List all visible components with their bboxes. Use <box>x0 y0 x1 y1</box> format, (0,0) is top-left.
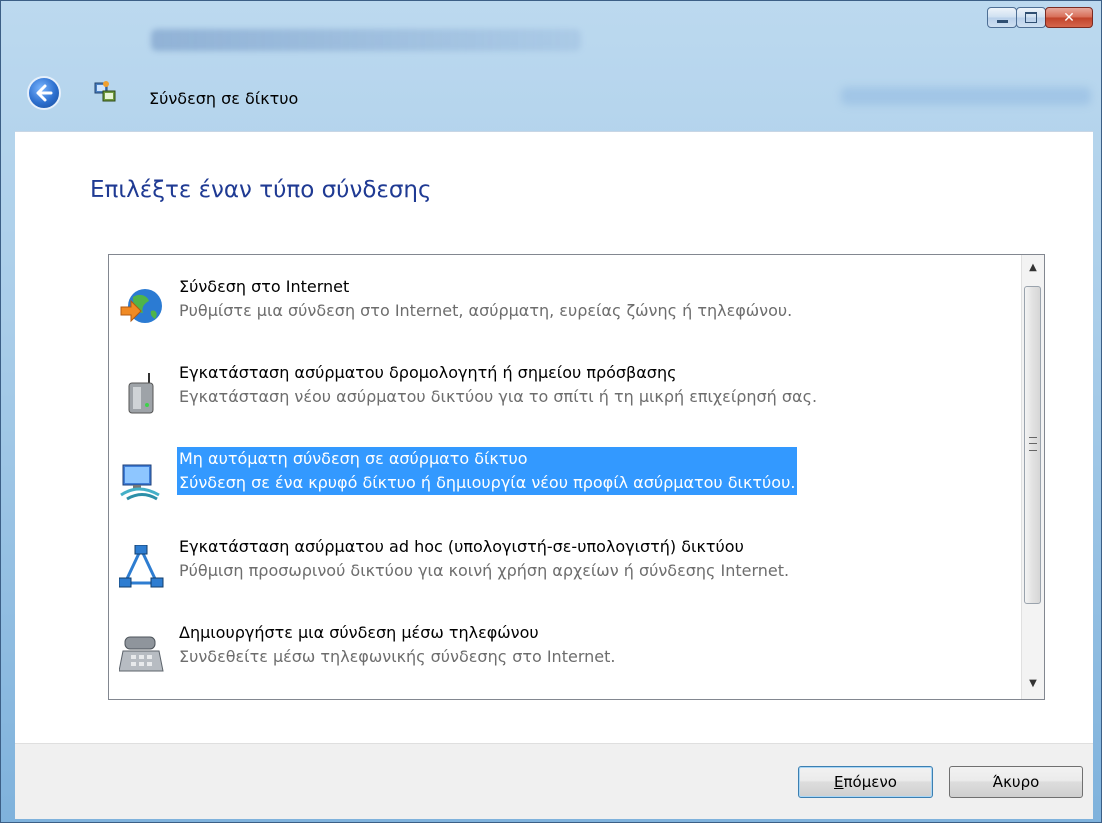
option-internet[interactable]: Σύνδεση στο Internet Ρυθμίστε μια σύνδεσ… <box>109 275 1021 355</box>
minimize-icon <box>988 8 1016 27</box>
grip-icon <box>1029 437 1037 451</box>
connection-options-list[interactable]: Σύνδεση στο Internet Ρυθμίστε μια σύνδεσ… <box>108 254 1045 700</box>
option-label: Δημιουργήστε μια σύνδεση μέσω τηλεφώνου <box>179 623 539 642</box>
caption-buttons: ✕ <box>987 7 1093 28</box>
wireless-network-icon <box>119 457 165 501</box>
option-label: Σύνδεση στο Internet <box>179 277 350 296</box>
close-button[interactable]: ✕ <box>1045 7 1093 28</box>
option-text: Εγκατάσταση ασύρματου δρομολογητή ή σημε… <box>177 361 819 409</box>
close-icon: ✕ <box>1063 9 1075 26</box>
option-adhoc[interactable]: Εγκατάσταση ασύρματου ad hoc (υπολογιστή… <box>109 535 1021 615</box>
option-description: Συνδεθείτε μέσω τηλεφωνικής σύνδεσης στο… <box>179 647 616 666</box>
option-wireless-router[interactable]: Εγκατάσταση ασύρματου δρομολογητή ή σημε… <box>109 361 1021 441</box>
minimize-button[interactable] <box>987 7 1017 28</box>
option-label: Εγκατάσταση ασύρματου δρομολογητή ή σημε… <box>179 363 677 382</box>
button-bar: Επόμενο Άκυρο <box>15 743 1093 819</box>
option-text: Σύνδεση στο Internet Ρυθμίστε μια σύνδεσ… <box>177 275 794 323</box>
maximize-icon <box>1017 8 1045 27</box>
option-text: Εγκατάσταση ασύρματου ad hoc (υπολογιστή… <box>177 535 791 583</box>
option-text: Δημιουργήστε μια σύνδεση μέσω τηλεφώνου … <box>177 621 617 669</box>
option-description: Ρυθμίστε μια σύνδεση στο Internet, ασύρμ… <box>179 301 793 320</box>
option-label: Μη αυτόματη σύνδεση σε ασύρματο δίκτυο <box>177 447 798 471</box>
option-manual-wireless[interactable]: Μη αυτόματη σύνδεση σε ασύρματο δίκτυο Σ… <box>109 447 1021 527</box>
back-button[interactable] <box>27 76 61 110</box>
option-label: Εγκατάσταση ασύρματου ad hoc (υπολογιστή… <box>179 537 744 556</box>
vertical-scrollbar[interactable]: ▲ ▼ <box>1021 255 1044 699</box>
back-arrow-icon <box>36 84 53 102</box>
option-dialup[interactable]: Δημιουργήστε μια σύνδεση μέσω τηλεφώνου … <box>109 621 1021 701</box>
option-description: Ρύθμιση προσωρινού δικτύου για κοινή χρή… <box>179 561 790 580</box>
maximize-button[interactable] <box>1016 7 1046 28</box>
scroll-down-arrow-icon[interactable]: ▼ <box>1022 673 1044 693</box>
content-area: Επιλέξτε έναν τύπο σύνδεσης Σύνδεση στο … <box>15 131 1093 744</box>
scroll-up-arrow-icon[interactable]: ▲ <box>1022 257 1044 277</box>
title-bar: ✕ <box>1 1 1101 59</box>
wizard-title: Σύνδεση σε δίκτυο <box>149 89 299 108</box>
blurred-title-text <box>151 29 581 51</box>
page-heading: Επιλέξτε έναν τύπο σύνδεσης <box>90 177 432 203</box>
adhoc-network-icon <box>118 544 165 589</box>
network-wizard-icon <box>93 80 117 104</box>
blurred-nav-text <box>841 87 1091 105</box>
option-description: Εγκατάσταση νέου ασύρματου δικτύου για τ… <box>179 387 818 406</box>
next-label-rest: πόμενο <box>843 773 897 791</box>
globe-internet-icon <box>119 285 165 329</box>
next-mnemonic: Ε <box>834 773 844 791</box>
next-button[interactable]: Επόμενο <box>798 766 933 798</box>
scrollbar-thumb[interactable] <box>1024 286 1041 604</box>
wizard-window: ✕ Σύνδεση σε δίκτυο Επιλέξτε έναν τύπο σ… <box>0 0 1102 823</box>
dialup-phone-icon <box>118 631 165 675</box>
option-text: Μη αυτόματη σύνδεση σε ασύρματο δίκτυο Σ… <box>177 447 798 495</box>
cancel-button[interactable]: Άκυρο <box>949 766 1083 798</box>
wireless-router-icon <box>119 371 165 415</box>
option-description: Σύνδεση σε ένα κρυφό δίκτυο ή δημιουργία… <box>177 471 798 495</box>
